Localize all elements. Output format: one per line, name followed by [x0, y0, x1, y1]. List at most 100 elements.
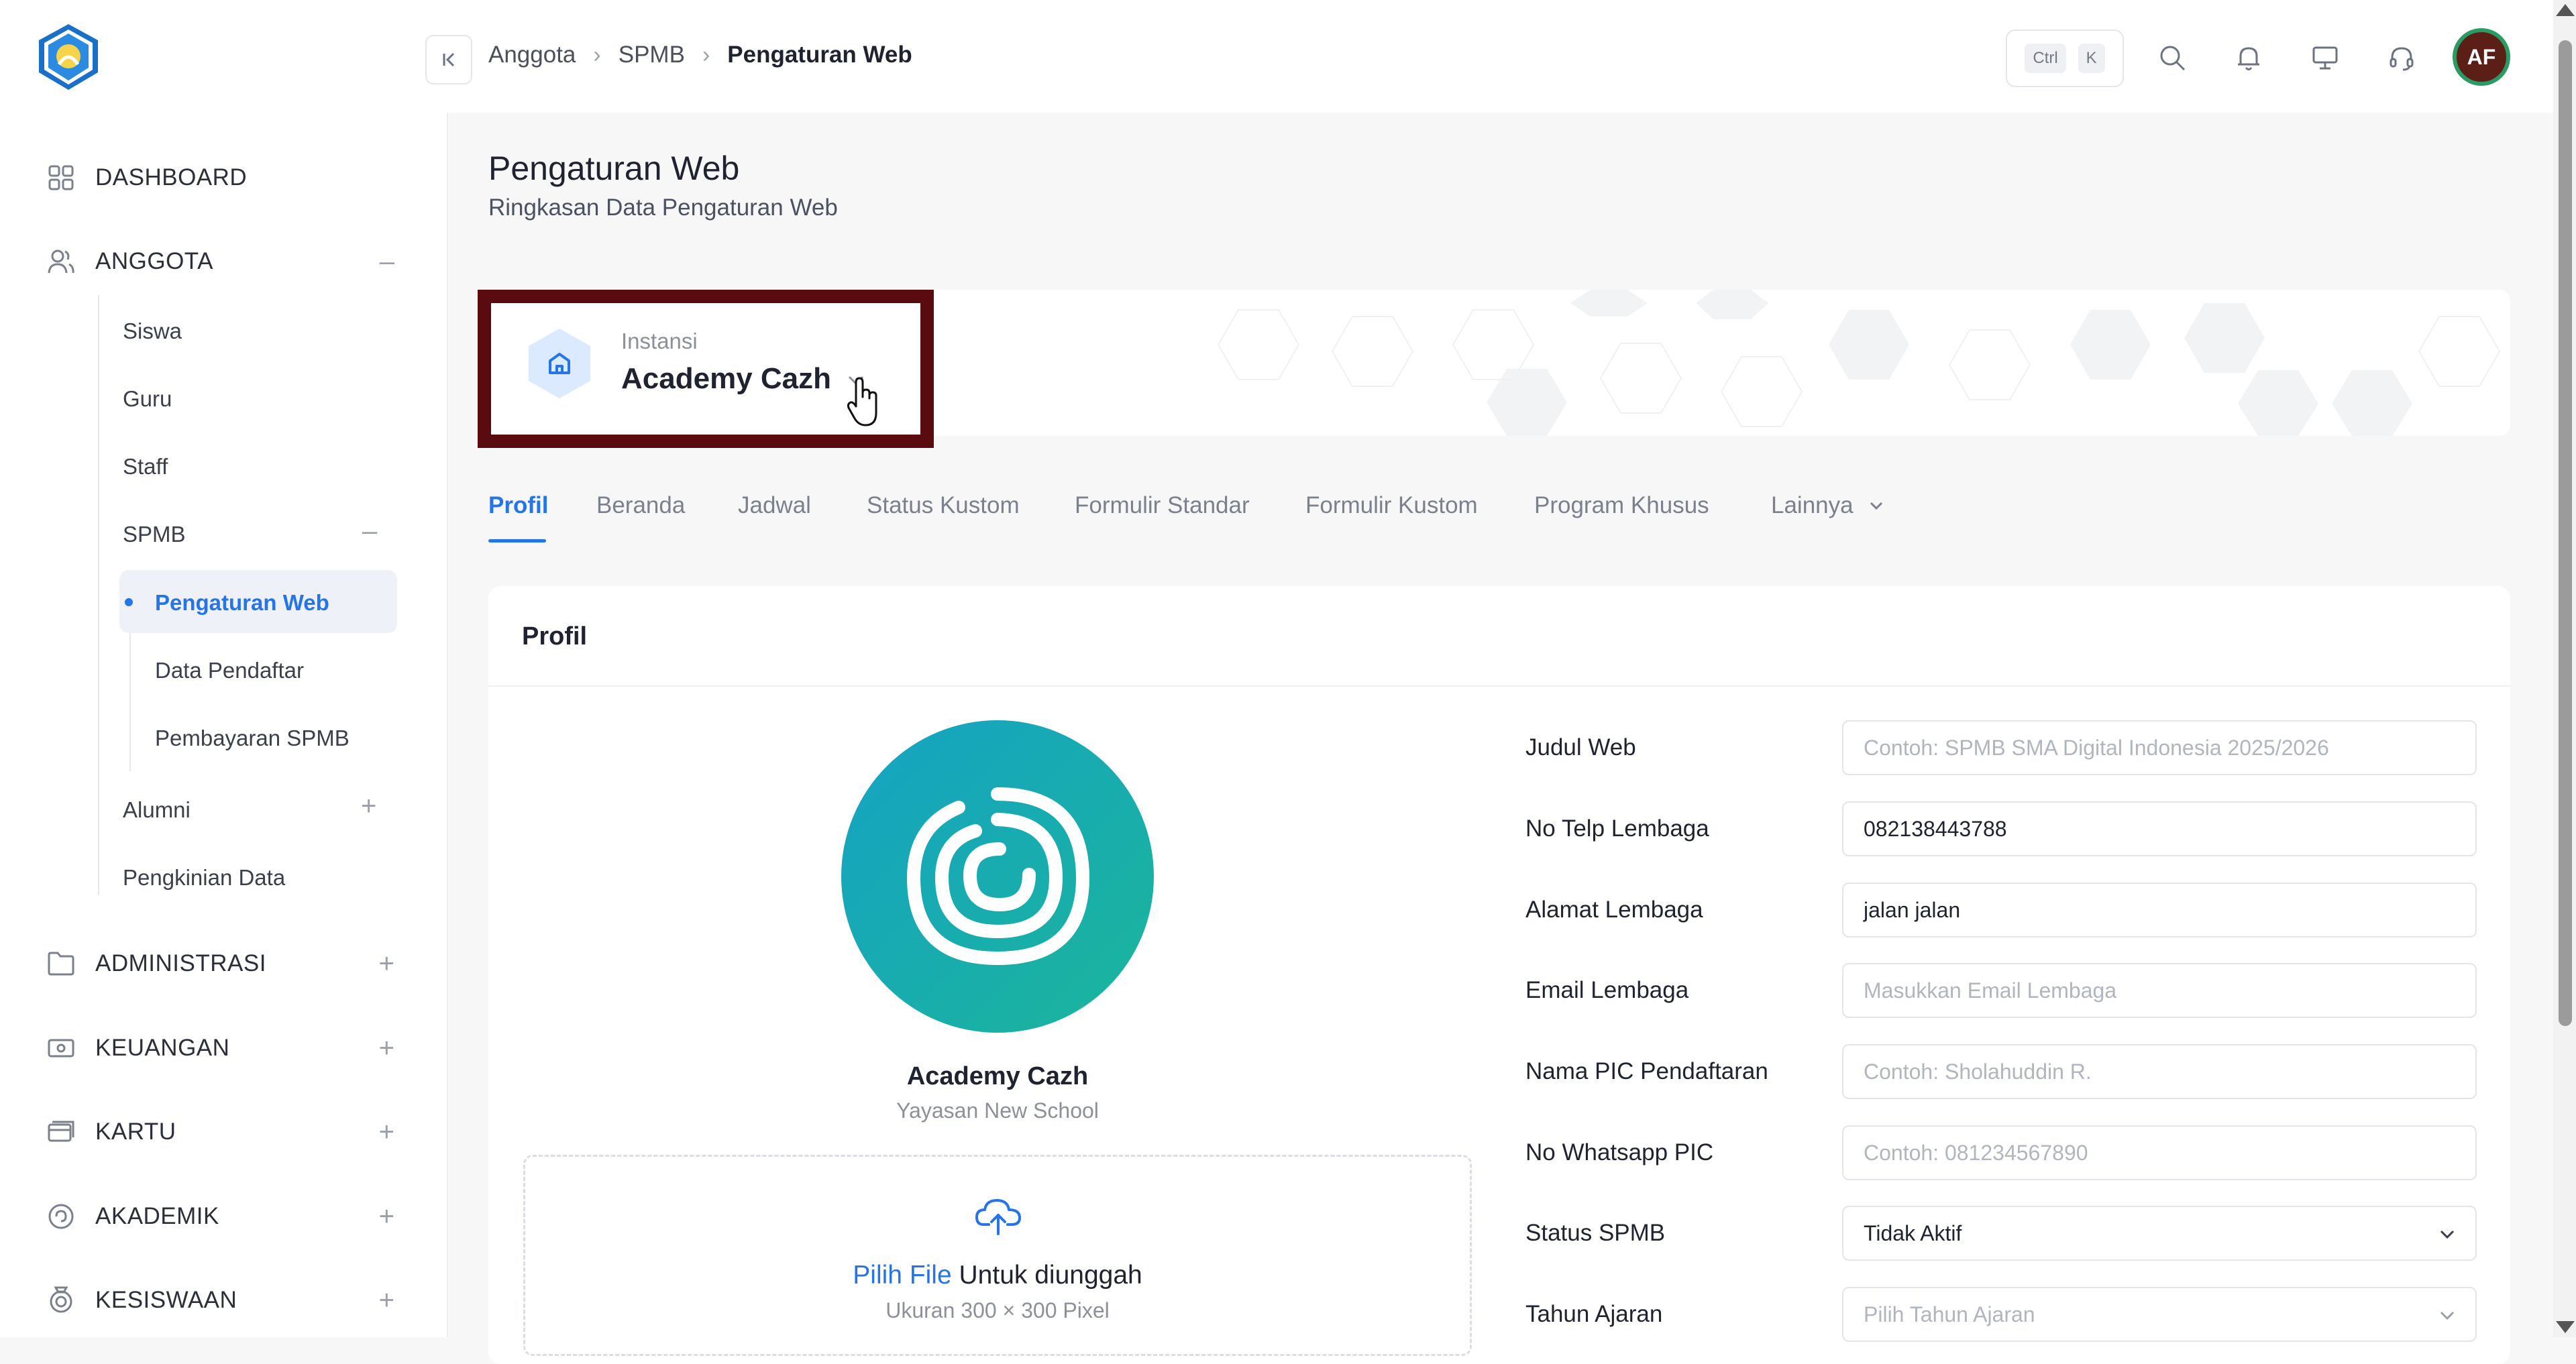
nav-dashboard[interactable]: DASHBOARD — [46, 154, 394, 201]
email-input[interactable]: Masukkan Email Lembaga — [1842, 963, 2477, 1018]
command-search-shortcut[interactable]: Ctrl K — [2006, 30, 2124, 87]
judul-web-input[interactable]: Contoh: SPMB SMA Digital Indonesia 2025/… — [1842, 720, 2477, 775]
tab-status-kustom[interactable]: Status Kustom — [867, 492, 1020, 519]
label-alamat: Alamat Lembaga — [1525, 897, 1703, 923]
cloud-upload-icon — [974, 1195, 1022, 1240]
nav-pengkinian-data[interactable]: Pengkinian Data — [123, 865, 285, 891]
nav-pembayaran-spmb[interactable]: Pembayaran SPMB — [155, 726, 350, 751]
nav-keuangan[interactable]: KEUANGAN + — [46, 1025, 394, 1072]
logo-upload-dropzone[interactable] — [523, 1155, 1472, 1356]
nav-alumni[interactable]: Alumni — [123, 797, 191, 823]
nav-siswa[interactable]: Siswa — [123, 319, 182, 344]
home-icon — [522, 326, 597, 401]
active-dot-icon — [125, 598, 133, 606]
page-title: Pengaturan Web — [488, 150, 740, 187]
alumni-expand-icon[interactable]: + — [361, 791, 376, 821]
kbd-k: K — [2078, 44, 2105, 73]
kbd-ctrl: Ctrl — [2025, 44, 2066, 73]
hand-cursor-icon — [847, 377, 880, 431]
scrollbar-thumb[interactable] — [2559, 40, 2572, 1026]
tree-line — [98, 295, 99, 895]
card-icon — [46, 1117, 76, 1147]
search-icon[interactable] — [2152, 38, 2192, 78]
breadcrumb-anggota[interactable]: Anggota — [488, 42, 576, 68]
pic-input[interactable]: Contoh: Sholahuddin R. — [1842, 1044, 2477, 1099]
nav-akademik[interactable]: AKADEMIK + — [46, 1193, 394, 1240]
grid-icon — [46, 162, 76, 193]
nav-spmb[interactable]: SPMB — [123, 522, 186, 547]
instansi-value[interactable]: Academy Cazh — [621, 362, 831, 396]
choose-file-link[interactable]: Pilih File — [853, 1261, 951, 1290]
status-spmb-select[interactable]: Tidak Aktif — [1842, 1206, 2477, 1261]
chevron-right-icon: › — [702, 42, 710, 68]
expand-icon[interactable]: + — [379, 1286, 394, 1316]
tut-wuri-logo[interactable] — [35, 23, 102, 93]
tahun-ajaran-placeholder: Pilih Tahun Ajaran — [1864, 1302, 2035, 1326]
scroll-down-icon[interactable] — [2556, 1321, 2575, 1333]
nav-dashboard-label: DASHBOARD — [95, 164, 248, 190]
nav-administrasi[interactable]: ADMINISTRASI + — [46, 940, 394, 987]
academic-icon — [46, 1201, 76, 1232]
tab-jadwal[interactable]: Jadwal — [738, 492, 811, 519]
headset-icon[interactable] — [2381, 38, 2422, 78]
school-name: Academy Cazh — [906, 1062, 1089, 1090]
tab-program-khusus[interactable]: Program Khusus — [1534, 492, 1709, 519]
label-status-spmb: Status SPMB — [1525, 1220, 1666, 1246]
collapse-left-icon — [443, 52, 455, 67]
folder-icon — [46, 948, 76, 979]
avatar[interactable]: AF — [2453, 28, 2510, 86]
nav-pengaturan-web[interactable]: Pengaturan Web — [155, 590, 329, 616]
upload-instruction: Pilih File Untuk diunggah — [523, 1261, 1472, 1290]
money-icon — [46, 1033, 76, 1064]
chevron-down-icon — [2440, 1311, 2455, 1320]
nav-kartu[interactable]: KARTU + — [46, 1109, 394, 1155]
chevron-down-icon — [2440, 1230, 2455, 1239]
expand-icon[interactable]: + — [379, 1117, 394, 1147]
label-no-telp: No Telp Lembaga — [1525, 815, 1709, 842]
school-logo[interactable] — [841, 720, 1154, 1033]
label-wa-pic: No Whatsapp PIC — [1525, 1139, 1714, 1166]
tab-formulir-kustom[interactable]: Formulir Kustom — [1305, 492, 1478, 519]
users-icon — [46, 246, 76, 277]
spmb-collapse-icon[interactable]: – — [362, 516, 377, 547]
chevron-right-icon: › — [593, 42, 601, 68]
nav-guru[interactable]: Guru — [123, 386, 172, 412]
alamat-input[interactable]: jalan jalan — [1842, 883, 2477, 937]
nav-data-pendaftar[interactable]: Data Pendaftar — [155, 658, 304, 683]
label-pic: Nama PIC Pendaftaran — [1525, 1058, 1768, 1084]
tab-formulir-standar[interactable]: Formulir Standar — [1075, 492, 1250, 519]
award-icon — [46, 1285, 76, 1316]
instansi-label: Instansi — [621, 329, 698, 353]
expand-icon[interactable]: + — [379, 949, 394, 979]
tahun-ajaran-select[interactable]: Pilih Tahun Ajaran — [1842, 1287, 2477, 1342]
no-telp-input[interactable]: 082138443788 — [1842, 801, 2477, 856]
monitor-icon[interactable] — [2305, 38, 2345, 78]
label-tahun-ajaran: Tahun Ajaran — [1525, 1301, 1663, 1327]
bell-icon[interactable] — [2229, 38, 2269, 78]
scroll-up-icon[interactable] — [2556, 4, 2575, 16]
expand-icon[interactable]: + — [379, 1202, 394, 1232]
upload-text: Untuk diunggah — [959, 1261, 1142, 1290]
active-tab-indicator — [488, 539, 546, 543]
expand-icon[interactable]: + — [379, 1033, 394, 1064]
label-judul-web: Judul Web — [1525, 734, 1636, 760]
nav-anggota[interactable]: ANGGOTA – — [46, 238, 394, 285]
status-spmb-value: Tidak Aktif — [1864, 1220, 1962, 1245]
collapse-icon[interactable]: – — [380, 247, 394, 277]
breadcrumb-spmb[interactable]: SPMB — [619, 42, 685, 68]
nav-staff[interactable]: Staff — [123, 454, 168, 479]
chevron-down-icon[interactable] — [1869, 500, 1884, 516]
panel-divider — [488, 685, 2510, 687]
nav-kesiswaan-label: KESISWAAN — [95, 1287, 237, 1313]
label-email: Email Lembaga — [1525, 977, 1689, 1003]
tab-profil[interactable]: Profil — [488, 492, 548, 519]
nav-kesiswaan[interactable]: KESISWAAN + — [46, 1277, 394, 1324]
breadcrumb: Anggota › SPMB › Pengaturan Web — [488, 42, 912, 68]
tab-beranda[interactable]: Beranda — [596, 492, 685, 519]
nav-anggota-label: ANGGOTA — [95, 248, 213, 274]
page-subtitle: Ringkasan Data Pengaturan Web — [488, 194, 838, 221]
nav-akademik-label: AKADEMIK — [95, 1203, 219, 1229]
collapse-sidebar-button[interactable] — [425, 35, 472, 84]
tab-lainnya[interactable]: Lainnya — [1771, 492, 1854, 519]
wa-pic-input[interactable]: Contoh: 081234567890 — [1842, 1125, 2477, 1180]
